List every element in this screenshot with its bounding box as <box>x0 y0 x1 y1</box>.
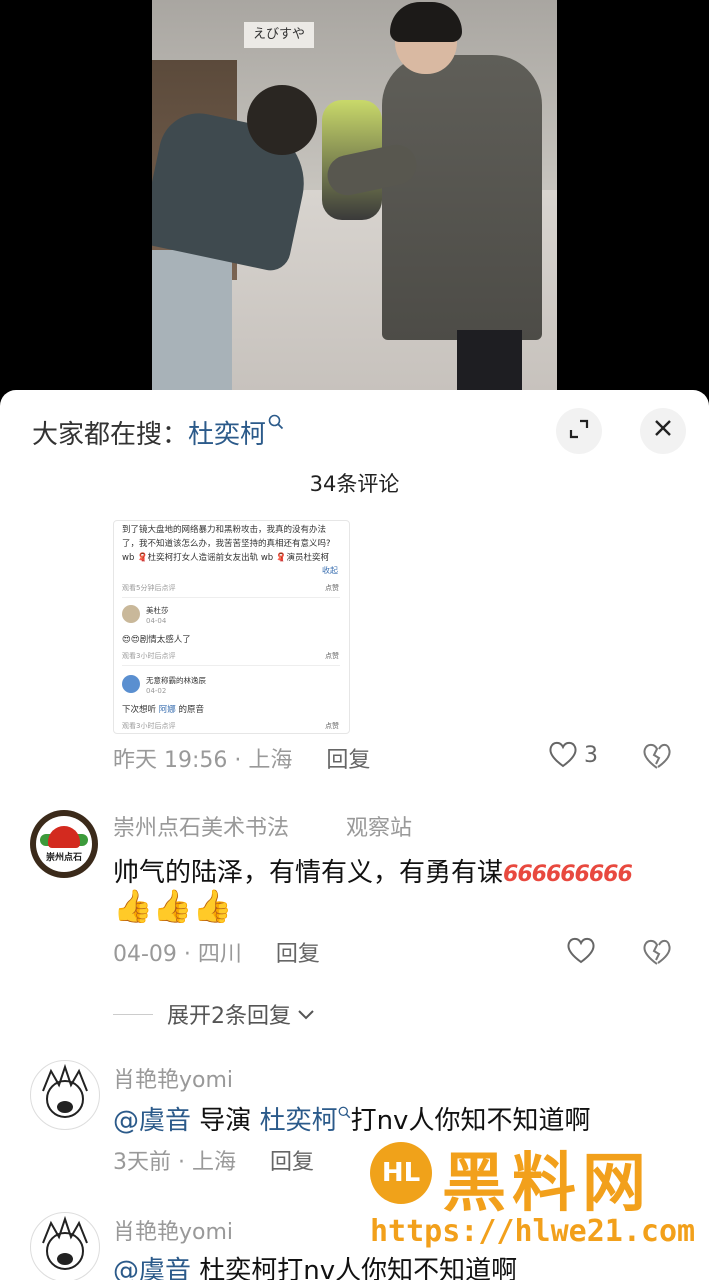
embed-text-line-1: 到了镜大盘地的网络暴力和黑粉攻击，我真的没有办法 <box>122 525 327 535</box>
expand-replies-label: 展开2条回复 <box>167 1004 291 1029</box>
embed-user-2: 美杜莎 <box>146 606 169 615</box>
expand-replies-button[interactable]: 展开2条回复 <box>113 998 315 1030</box>
heart-icon[interactable] <box>548 740 578 776</box>
comment-meta-row: 3天前 · 上海 回复 <box>113 1144 314 1176</box>
broken-heart-icon[interactable] <box>642 742 672 777</box>
comment-count-title: 34条评论 <box>309 472 400 496</box>
embed-date-3: 04-02 <box>146 687 167 695</box>
video-player[interactable]: えびすや <box>152 0 557 390</box>
embed-text-3: 下次想听 阿娜 的原音 <box>122 703 204 715</box>
mention-link[interactable]: @虞音 <box>113 1256 191 1280</box>
chevron-down-icon <box>297 1002 315 1027</box>
embed-user-3: 无意称霸的林逸辰 <box>146 676 206 685</box>
watermark-title: 黑料网 <box>442 1147 652 1221</box>
embed-like-1: 点赞 <box>325 584 339 592</box>
comment-text-body: 杜奕柯打nv人你知不知道啊 <box>199 1256 518 1280</box>
comment-meta-row: 昨天 19:56 · 上海 回复 <box>113 742 370 774</box>
embed-avatar-3 <box>122 675 140 693</box>
embed-like-3: 点赞 <box>325 722 339 730</box>
embed-divider <box>122 665 340 666</box>
embed-text-line-3: wb 🧣杜奕柯打女人造谣前女友出轨 wb 🧣演员杜奕柯 <box>122 553 329 563</box>
trending-search-prefix: 大家都在搜： <box>32 419 189 450</box>
comment-text: 帅气的陆泽，有情有义，有勇有谋666666666 <box>113 852 633 889</box>
comment-time-location: 昨天 19:56 · 上海 <box>113 748 293 773</box>
comment-username[interactable]: 肖艳艳yomi <box>113 1214 233 1246</box>
video-person-right-hair <box>390 2 462 42</box>
video-shop-sign: えびすや <box>244 22 314 48</box>
avatar[interactable]: 崇州点石 <box>30 810 98 878</box>
comment-text: @虞音 杜奕柯打nv人你知不知道啊 <box>113 1250 517 1280</box>
user-badge: 观察站 <box>346 816 413 841</box>
comment-text-body: 帅气的陆泽，有情有义，有勇有谋 <box>113 858 504 888</box>
watermark-url: https://hlwe21.com <box>370 1214 696 1249</box>
comment-meta-row: 04-09 · 四川 回复 <box>113 936 320 968</box>
video-person-right-legs <box>457 330 522 390</box>
like-count: 3 <box>584 743 598 768</box>
comment-time-location: 3天前 · 上海 <box>113 1150 236 1175</box>
heart-icon[interactable] <box>566 936 596 972</box>
reply-button[interactable]: 回复 <box>326 742 370 774</box>
comment-text-middle: 导演 <box>199 1106 252 1136</box>
avatar[interactable] <box>30 1212 100 1280</box>
embed-text-2: 😍😍剧情太感人了 <box>122 635 191 645</box>
video-person-left-legs <box>152 250 232 390</box>
avatar-logo-circle: 崇州点石 <box>36 816 92 872</box>
embed-like-2: 点赞 <box>325 652 339 660</box>
mention-search-link[interactable]: 杜奕柯 <box>260 1106 338 1136</box>
emoji-666: 666666666 <box>503 862 633 887</box>
video-person-right <box>382 55 542 340</box>
avatar-logo-red <box>48 826 80 848</box>
broken-heart-icon[interactable] <box>642 938 672 973</box>
embed-rating-3: 观看3小时后点评 <box>122 722 176 730</box>
close-icon <box>652 416 674 446</box>
mention-link[interactable]: @虞音 <box>113 1106 191 1136</box>
comment-username[interactable]: 崇州点石美术书法 <box>113 810 289 842</box>
comment-image-attachment[interactable]: 到了镜大盘地的网络暴力和黑粉攻击，我真的没有办法 了，我不知道该怎么办，我苦苦坚… <box>113 520 350 734</box>
expand-divider-line <box>113 1013 153 1015</box>
search-icon <box>338 1104 351 1123</box>
comment-username[interactable]: 肖艳艳yomi <box>113 1062 233 1094</box>
embed-rating-2: 观看3小时后点评 <box>122 652 176 660</box>
embed-avatar-2 <box>122 605 140 623</box>
embed-text-3-suffix: 的原音 <box>178 705 204 715</box>
video-person-left-head <box>247 85 317 155</box>
embed-text-line-2: 了，我不知道该怎么办，我苦苦坚持的真相还有意义吗? <box>122 539 331 549</box>
search-icon[interactable] <box>268 414 284 435</box>
avatar[interactable] <box>30 1060 100 1130</box>
close-button[interactable] <box>640 408 686 454</box>
avatar-logo-text: 崇州点石 <box>45 853 82 863</box>
trending-search-bar[interactable]: 大家都在搜： 杜奕柯 <box>32 414 284 450</box>
embed-text-3-prefix: 下次想听 <box>122 705 157 715</box>
embed-divider <box>122 597 340 598</box>
embed-rating-1: 观看5分钟后点评 <box>122 584 176 592</box>
embed-date-2: 04-04 <box>146 617 167 625</box>
expand-button[interactable] <box>556 408 602 454</box>
comment-time-location: 04-09 · 四川 <box>113 942 242 967</box>
trending-search-term[interactable]: 杜奕柯 <box>188 414 266 451</box>
reply-button[interactable]: 回复 <box>276 936 320 968</box>
embed-text-3-mention: 阿娜 <box>158 705 176 715</box>
reply-button[interactable]: 回复 <box>270 1144 314 1176</box>
watermark-logo: HL <box>370 1142 432 1204</box>
expand-icon <box>567 417 591 445</box>
embed-collapse-link: 收起 <box>322 566 338 575</box>
watermark: HL 黑料网 https://hlwe21.com <box>370 1142 700 1252</box>
thumbs-up-emojis: 👍👍👍 <box>113 887 233 925</box>
